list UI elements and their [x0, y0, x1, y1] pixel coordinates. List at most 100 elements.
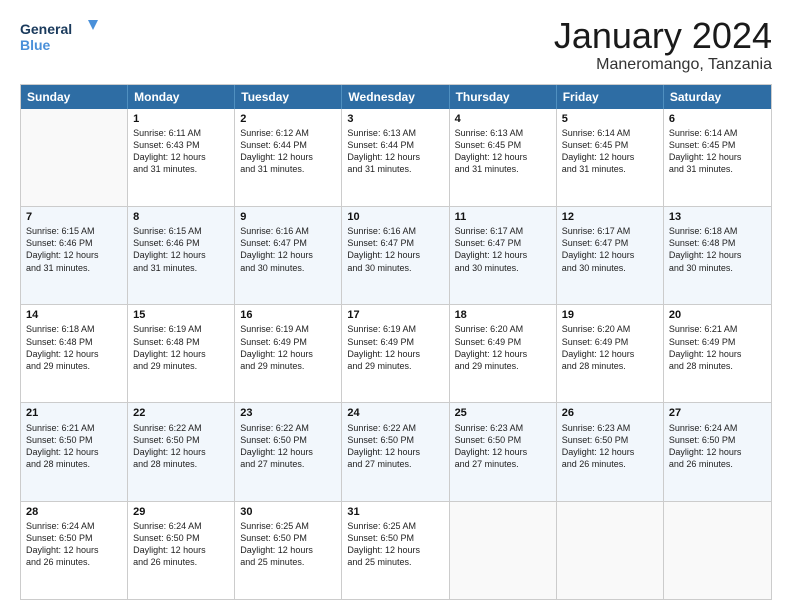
- title-block: January 2024 Maneromango, Tanzania: [554, 16, 772, 74]
- cell-info: Sunrise: 6:12 AM Sunset: 6:44 PM Dayligh…: [240, 127, 336, 176]
- day-number: 20: [669, 308, 766, 322]
- calendar-cell: 12Sunrise: 6:17 AM Sunset: 6:47 PM Dayli…: [557, 207, 664, 304]
- cell-info: Sunrise: 6:21 AM Sunset: 6:50 PM Dayligh…: [26, 422, 122, 471]
- calendar-cell: [450, 502, 557, 599]
- day-number: 18: [455, 308, 551, 322]
- header: General Blue January 2024 Maneromango, T…: [20, 16, 772, 74]
- day-number: 21: [26, 406, 122, 420]
- day-number: 17: [347, 308, 443, 322]
- cell-info: Sunrise: 6:18 AM Sunset: 6:48 PM Dayligh…: [26, 323, 122, 372]
- calendar-cell: 28Sunrise: 6:24 AM Sunset: 6:50 PM Dayli…: [21, 502, 128, 599]
- cell-info: Sunrise: 6:24 AM Sunset: 6:50 PM Dayligh…: [669, 422, 766, 471]
- svg-text:General: General: [20, 21, 72, 37]
- cell-info: Sunrise: 6:25 AM Sunset: 6:50 PM Dayligh…: [347, 520, 443, 569]
- calendar-cell: 23 Sunrise: 6:22 AM Sunset: 6:50 PM Dayli…: [235, 403, 342, 500]
- cell-info: Sunrise: 6:23 AM Sunset: 6:50 PM Dayligh…: [562, 422, 658, 471]
- day-number: 14: [26, 308, 122, 322]
- cell-info: Sunrise: 6:13 AM Sunset: 6:44 PM Dayligh…: [347, 127, 443, 176]
- cell-info: Sunrise: 6:24 AM Sunset: 6:50 PM Dayligh…: [133, 520, 229, 569]
- cell-info: Sunrise: 6:22 AM Sunset: 6:50 PM Dayligh…: [133, 422, 229, 471]
- day-number: 12: [562, 210, 658, 224]
- day-number: 29: [133, 505, 229, 519]
- cell-info: Sunrise: 6:15 AM Sunset: 6:46 PM Dayligh…: [133, 225, 229, 274]
- cal-header-day: Thursday: [450, 85, 557, 109]
- subtitle: Maneromango, Tanzania: [554, 56, 772, 74]
- cal-header-day: Monday: [128, 85, 235, 109]
- day-number: 28: [26, 505, 122, 519]
- calendar-header: SundayMondayTuesdayWednesdayThursdayFrid…: [21, 85, 771, 109]
- logo: General Blue: [20, 16, 100, 60]
- cal-header-day: Sunday: [21, 85, 128, 109]
- day-number: 1: [133, 112, 229, 126]
- calendar: SundayMondayTuesdayWednesdayThursdayFrid…: [20, 84, 772, 600]
- cell-info: Sunrise: 6:11 AM Sunset: 6:43 PM Dayligh…: [133, 127, 229, 176]
- calendar-cell: 27 Sunrise: 6:24 AM Sunset: 6:50 PM Dayli…: [664, 403, 771, 500]
- calendar-cell: 3Sunrise: 6:13 AM Sunset: 6:44 PM Daylig…: [342, 109, 449, 206]
- day-number: 25: [455, 406, 551, 420]
- calendar-cell: 29Sunrise: 6:24 AM Sunset: 6:50 PM Dayli…: [128, 502, 235, 599]
- cell-info: Sunrise: 6:15 AM Sunset: 6:46 PM Dayligh…: [26, 225, 122, 274]
- day-number: 31: [347, 505, 443, 519]
- calendar-cell: 1Sunrise: 6:11 AM Sunset: 6:43 PM Daylig…: [128, 109, 235, 206]
- day-number: 6: [669, 112, 766, 126]
- calendar-cell: 16Sunrise: 6:19 AM Sunset: 6:49 PM Dayli…: [235, 305, 342, 402]
- calendar-cell: 10Sunrise: 6:16 AM Sunset: 6:47 PM Dayli…: [342, 207, 449, 304]
- calendar-body: 1Sunrise: 6:11 AM Sunset: 6:43 PM Daylig…: [21, 109, 771, 599]
- cal-header-day: Tuesday: [235, 85, 342, 109]
- day-number: 9: [240, 210, 336, 224]
- cell-info: Sunrise: 6:17 AM Sunset: 6:47 PM Dayligh…: [562, 225, 658, 274]
- calendar-cell: 9Sunrise: 6:16 AM Sunset: 6:47 PM Daylig…: [235, 207, 342, 304]
- cell-info: Sunrise: 6:25 AM Sunset: 6:50 PM Dayligh…: [240, 520, 336, 569]
- cell-info: Sunrise: 6:17 AM Sunset: 6:47 PM Dayligh…: [455, 225, 551, 274]
- cell-info: Sunrise: 6:21 AM Sunset: 6:49 PM Dayligh…: [669, 323, 766, 372]
- calendar-week-row: 14Sunrise: 6:18 AM Sunset: 6:48 PM Dayli…: [21, 305, 771, 403]
- calendar-cell: [664, 502, 771, 599]
- day-number: 5: [562, 112, 658, 126]
- cell-info: Sunrise: 6:14 AM Sunset: 6:45 PM Dayligh…: [562, 127, 658, 176]
- calendar-cell: 15Sunrise: 6:19 AM Sunset: 6:48 PM Dayli…: [128, 305, 235, 402]
- calendar-cell: 14Sunrise: 6:18 AM Sunset: 6:48 PM Dayli…: [21, 305, 128, 402]
- cell-info: Sunrise: 6:24 AM Sunset: 6:50 PM Dayligh…: [26, 520, 122, 569]
- cell-info: Sunrise: 6:16 AM Sunset: 6:47 PM Dayligh…: [240, 225, 336, 274]
- calendar-week-row: 28Sunrise: 6:24 AM Sunset: 6:50 PM Dayli…: [21, 502, 771, 599]
- calendar-week-row: 1Sunrise: 6:11 AM Sunset: 6:43 PM Daylig…: [21, 109, 771, 207]
- day-number: 26: [562, 406, 658, 420]
- day-number: 19: [562, 308, 658, 322]
- cell-info: Sunrise: 6:19 AM Sunset: 6:48 PM Dayligh…: [133, 323, 229, 372]
- day-number: 3: [347, 112, 443, 126]
- cell-info: Sunrise: 6:23 AM Sunset: 6:50 PM Dayligh…: [455, 422, 551, 471]
- cell-info: Sunrise: 6:20 AM Sunset: 6:49 PM Dayligh…: [562, 323, 658, 372]
- calendar-cell: 25 Sunrise: 6:23 AM Sunset: 6:50 PM Dayli…: [450, 403, 557, 500]
- calendar-cell: 21 Sunrise: 6:21 AM Sunset: 6:50 PM Dayli…: [21, 403, 128, 500]
- day-number: 22: [133, 406, 229, 420]
- cell-info: Sunrise: 6:22 AM Sunset: 6:50 PM Dayligh…: [347, 422, 443, 471]
- cell-info: Sunrise: 6:14 AM Sunset: 6:45 PM Dayligh…: [669, 127, 766, 176]
- cell-info: Sunrise: 6:22 AM Sunset: 6:50 PM Dayligh…: [240, 422, 336, 471]
- day-number: 2: [240, 112, 336, 126]
- day-number: 7: [26, 210, 122, 224]
- cell-info: Sunrise: 6:18 AM Sunset: 6:48 PM Dayligh…: [669, 225, 766, 274]
- calendar-week-row: 21 Sunrise: 6:21 AM Sunset: 6:50 PM Dayli…: [21, 403, 771, 501]
- day-number: 23: [240, 406, 336, 420]
- main-title: January 2024: [554, 16, 772, 56]
- cal-header-day: Saturday: [664, 85, 771, 109]
- calendar-cell: 5Sunrise: 6:14 AM Sunset: 6:45 PM Daylig…: [557, 109, 664, 206]
- cell-info: Sunrise: 6:16 AM Sunset: 6:47 PM Dayligh…: [347, 225, 443, 274]
- cell-info: Sunrise: 6:20 AM Sunset: 6:49 PM Dayligh…: [455, 323, 551, 372]
- calendar-cell: 6Sunrise: 6:14 AM Sunset: 6:45 PM Daylig…: [664, 109, 771, 206]
- calendar-cell: 13Sunrise: 6:18 AM Sunset: 6:48 PM Dayli…: [664, 207, 771, 304]
- calendar-cell: 31Sunrise: 6:25 AM Sunset: 6:50 PM Dayli…: [342, 502, 449, 599]
- calendar-cell: 24 Sunrise: 6:22 AM Sunset: 6:50 PM Dayli…: [342, 403, 449, 500]
- day-number: 24: [347, 406, 443, 420]
- day-number: 27: [669, 406, 766, 420]
- cell-info: Sunrise: 6:13 AM Sunset: 6:45 PM Dayligh…: [455, 127, 551, 176]
- calendar-cell: 19Sunrise: 6:20 AM Sunset: 6:49 PM Dayli…: [557, 305, 664, 402]
- day-number: 4: [455, 112, 551, 126]
- calendar-cell: 4Sunrise: 6:13 AM Sunset: 6:45 PM Daylig…: [450, 109, 557, 206]
- logo-svg: General Blue: [20, 16, 100, 60]
- page: General Blue January 2024 Maneromango, T…: [0, 0, 792, 612]
- calendar-cell: 18Sunrise: 6:20 AM Sunset: 6:49 PM Dayli…: [450, 305, 557, 402]
- calendar-week-row: 7Sunrise: 6:15 AM Sunset: 6:46 PM Daylig…: [21, 207, 771, 305]
- calendar-cell: 8Sunrise: 6:15 AM Sunset: 6:46 PM Daylig…: [128, 207, 235, 304]
- cell-info: Sunrise: 6:19 AM Sunset: 6:49 PM Dayligh…: [240, 323, 336, 372]
